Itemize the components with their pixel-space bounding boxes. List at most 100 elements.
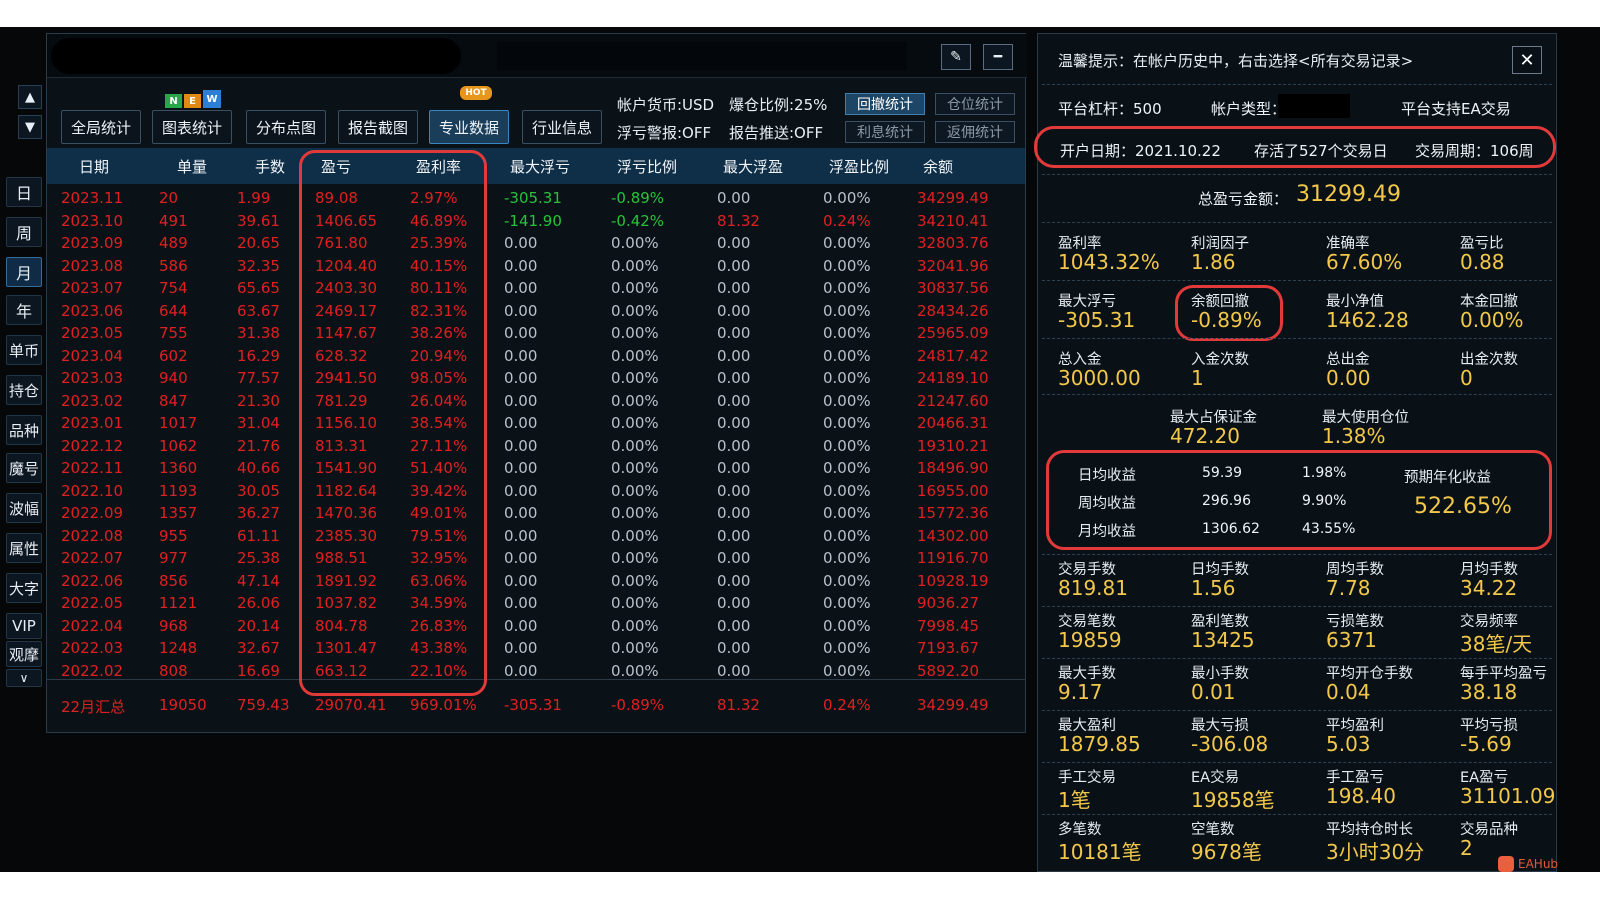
- table-row[interactable]: 2023.01 1017 31.04 1156.10 38.54% 0.00 0.00% 0.…: [47, 411, 1025, 434]
- table-row[interactable]: 2023.11 20 1.99 89.08 2.97% -305.31 -0.89% 0.00…: [47, 186, 1025, 209]
- cell-max-float-loss: 0.00: [504, 549, 538, 567]
- total-pl-value: 31299.49: [1296, 182, 1401, 207]
- cell-lots: 1.99: [237, 189, 271, 207]
- hot-badge: HOT: [460, 86, 492, 100]
- trade-stat-value: 1笔: [1058, 788, 1091, 812]
- column-header-float-loss-ratio[interactable]: 浮亏比例: [617, 156, 677, 177]
- cell-orders: 644: [159, 301, 188, 320]
- table-row[interactable]: 2022.05 1121 26.06 1037.82 34.59% 0.00 0.00% 0.…: [47, 591, 1025, 614]
- column-header-balance[interactable]: 余额: [923, 156, 953, 177]
- table-row[interactable]: 2022.07 977 25.38 988.51 32.95% 0.00 0.00% 0.00…: [47, 546, 1025, 569]
- nav-item-single-currency[interactable]: 单币: [6, 335, 42, 365]
- cell-orders: 755: [159, 324, 188, 342]
- table-row[interactable]: 2022.11 1360 40.66 1541.90 51.40% 0.00 0.00% 0.…: [47, 456, 1025, 479]
- table-row[interactable]: 2022.06 856 47.14 1891.92 63.06% 0.00 0.00% 0.0…: [47, 569, 1025, 592]
- nav-item-attributes[interactable]: 属性: [6, 533, 42, 563]
- cell-max-float-profit: 0.00: [717, 549, 751, 567]
- nav-item-month[interactable]: 月: [6, 257, 42, 287]
- trade-stat-value: 10181笔: [1058, 840, 1142, 864]
- cell-date: 2023.07: [61, 279, 124, 297]
- cell-lots: 32.67: [237, 639, 280, 657]
- minimize-button[interactable]: ━: [983, 44, 1013, 70]
- column-header-orders[interactable]: 单量: [177, 156, 207, 177]
- scroll-up-button[interactable]: ▲: [18, 85, 42, 109]
- table-row[interactable]: 2022.03 1248 32.67 1301.47 43.38% 0.00 0.00% 0.…: [47, 636, 1025, 659]
- table-row[interactable]: 2023.07 754 65.65 2403.30 80.11% 0.00 0.00% 0.0…: [47, 276, 1025, 299]
- table-row[interactable]: 2023.03 940 77.57 2941.50 98.05% 0.00 0.00% 0.0…: [47, 366, 1025, 389]
- cell-date: 2023.01: [61, 414, 124, 432]
- cell-lots: 32.35: [237, 256, 280, 275]
- cell-balance: 24817.42: [917, 346, 989, 365]
- eahub-logo-icon: [1498, 856, 1514, 872]
- cell-float-loss-ratio: 0.00%: [611, 436, 659, 455]
- column-header-max-float-profit[interactable]: 最大浮盈: [723, 156, 783, 177]
- divider: [1042, 84, 1552, 85]
- cell-max-float-profit: 0.00: [717, 481, 751, 500]
- report-screenshot-button[interactable]: 报告截图: [338, 110, 418, 144]
- edit-button[interactable]: ✎: [941, 44, 971, 70]
- nav-item-vip[interactable]: VIP: [6, 613, 42, 639]
- position-stats-button[interactable]: 仓位统计: [935, 93, 1015, 115]
- highlight-drawdown: [1175, 285, 1283, 341]
- industry-info-button[interactable]: 行业信息: [522, 110, 602, 144]
- nav-item-observe[interactable]: 观摩: [6, 641, 42, 667]
- nav-item-week[interactable]: 周: [6, 217, 42, 247]
- cell-float-loss-ratio: 0.00%: [611, 549, 659, 567]
- table-row[interactable]: 2022.02 808 16.69 663.12 22.10% 0.00 0.00% 0.00…: [47, 659, 1025, 682]
- close-button[interactable]: ✕: [1512, 46, 1542, 74]
- nav-item-day[interactable]: 日: [6, 177, 42, 207]
- cell-float-loss-ratio: -0.89%: [611, 189, 665, 207]
- table-row[interactable]: 2023.06 644 63.67 2469.17 82.31% 0.00 0.00% 0.0…: [47, 299, 1025, 322]
- cell-float-loss-ratio: 0.00%: [611, 256, 659, 275]
- cell-balance: 10928.19: [917, 571, 989, 590]
- cell-lots: 26.06: [237, 594, 280, 612]
- cell-max-float-profit: 0.00: [717, 526, 751, 545]
- column-header-float-profit-ratio[interactable]: 浮盈比例: [829, 156, 889, 177]
- column-header-lots[interactable]: 手数: [255, 156, 285, 177]
- cell-max-float-loss: -141.90: [504, 211, 562, 230]
- table-row[interactable]: 2023.08 586 32.35 1204.40 40.15% 0.00 0.00% 0.0…: [47, 254, 1025, 277]
- cell-float-profit-ratio: 0.00%: [823, 301, 871, 320]
- nav-more-button[interactable]: ∨: [6, 669, 42, 687]
- cell-float-profit-ratio: 0.00%: [823, 436, 871, 455]
- nav-item-symbols[interactable]: 品种: [6, 415, 42, 445]
- table-row[interactable]: 2023.02 847 21.30 781.29 26.04% 0.00 0.00% 0.00…: [47, 389, 1025, 412]
- summary-max-float-profit: 81.32: [717, 696, 760, 714]
- cell-float-profit-ratio: 0.24%: [823, 211, 871, 230]
- table-row[interactable]: 2023.09 489 20.65 761.80 25.39% 0.00 0.00% 0.00…: [47, 231, 1025, 254]
- chart-stats-button[interactable]: 图表统计: [152, 110, 232, 144]
- nav-item-volatility[interactable]: 波幅: [6, 493, 42, 523]
- stat-value: -305.31: [1058, 308, 1136, 332]
- table-row[interactable]: 2022.04 968 20.14 804.78 26.83% 0.00 0.00% 0.00…: [47, 614, 1025, 637]
- table-row[interactable]: 2023.05 755 31.38 1147.67 38.26% 0.00 0.00% 0.0…: [47, 321, 1025, 344]
- trade-stat-value: 0.01: [1191, 680, 1236, 704]
- column-header-date[interactable]: 日期: [79, 156, 109, 177]
- app-window: ▲ ▼ 日周月年单币持仓品种魔号波幅属性大字 VIP 观摩 ∨ ✎ ━ 全局统计 图表统…: [0, 27, 1600, 872]
- drawdown-stats-button[interactable]: 回撤统计: [845, 93, 925, 115]
- distribution-chart-button[interactable]: 分布点图: [246, 110, 326, 144]
- cell-balance: 7998.45: [917, 616, 980, 635]
- table-row[interactable]: 2022.08 955 61.11 2385.30 79.51% 0.00 0.00% 0.0…: [47, 524, 1025, 547]
- scroll-down-button[interactable]: ▼: [18, 115, 42, 139]
- cell-balance: 15772.36: [917, 504, 989, 522]
- table-row[interactable]: 2022.09 1357 36.27 1470.36 49.01% 0.00 0.00% 0.…: [47, 501, 1025, 524]
- pro-data-button[interactable]: 专业数据: [429, 110, 509, 144]
- rebate-stats-button[interactable]: 返佣统计: [935, 121, 1015, 143]
- cell-orders: 856: [159, 571, 188, 590]
- summary-orders: 19050: [159, 696, 207, 714]
- table-row[interactable]: 2022.12 1062 21.76 813.31 27.11% 0.00 0.00% 0.0…: [47, 434, 1025, 457]
- table-row[interactable]: 2022.10 1193 30.05 1182.64 39.42% 0.00 0.00% 0.…: [47, 479, 1025, 502]
- table-row[interactable]: 2023.04 602 16.29 628.32 20.94% 0.00 0.00% 0.00…: [47, 344, 1025, 367]
- cell-max-float-profit: 0.00: [717, 369, 751, 387]
- cell-balance: 21247.60: [917, 391, 989, 410]
- cell-float-profit-ratio: 0.00%: [823, 346, 871, 365]
- table-row[interactable]: 2023.10 491 39.61 1406.65 46.89% -141.90 -0.42…: [47, 209, 1025, 232]
- nav-item-magic-number[interactable]: 魔号: [6, 453, 42, 483]
- interest-stats-button[interactable]: 利息统计: [845, 121, 925, 143]
- nav-item-holdings[interactable]: 持仓: [6, 375, 42, 405]
- column-header-max-float-loss[interactable]: 最大浮亏: [510, 156, 570, 177]
- cell-date: 2022.11: [61, 459, 124, 477]
- nav-item-year[interactable]: 年: [6, 295, 42, 325]
- global-stats-button[interactable]: 全局统计: [61, 110, 141, 144]
- nav-item-large-font[interactable]: 大字: [6, 573, 42, 603]
